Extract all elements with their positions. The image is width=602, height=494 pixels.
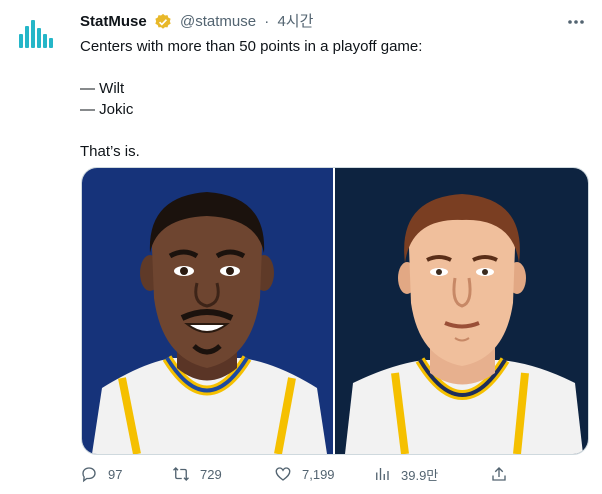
separator-dot: ·: [264, 13, 270, 30]
avatar-statmuse[interactable]: [16, 12, 56, 52]
timestamp[interactable]: 4시간: [277, 11, 313, 33]
image-jokic[interactable]: [335, 168, 588, 454]
like-count: 7,199: [302, 466, 335, 482]
views-icon: [376, 468, 389, 480]
like-icon: [275, 467, 291, 481]
retweet-count: 729: [200, 466, 222, 482]
reply-button[interactable]: 97: [80, 463, 122, 485]
display-name[interactable]: StatMuse: [80, 11, 147, 33]
more-icon[interactable]: [566, 14, 586, 30]
share-button[interactable]: [490, 463, 518, 485]
tweet-text: Centers with more than 50 points in a pl…: [80, 36, 580, 162]
verified-badge-icon: [154, 13, 172, 31]
tweet-line: Centers with more than 50 points in a pl…: [80, 38, 423, 55]
tweet-header: StatMuse @statmuse · 4시간: [80, 11, 586, 33]
tweet-media[interactable]: [81, 167, 589, 455]
views-count: 39.9만: [401, 467, 439, 483]
wilt-illustration: [92, 192, 327, 454]
statmuse-logo: [19, 20, 53, 48]
like-button[interactable]: 7,199: [274, 463, 335, 485]
tweet-line: That’s is.: [80, 143, 140, 160]
tweet-line: [80, 57, 580, 78]
tweet-line: — Wilt: [80, 80, 125, 97]
tweet-line: [80, 120, 580, 141]
reply-icon: [82, 467, 96, 483]
handle[interactable]: @statmuse: [180, 11, 256, 33]
views-button[interactable]: 39.9만: [373, 463, 438, 485]
retweet-icon: [173, 467, 189, 481]
image-wilt[interactable]: [82, 168, 333, 454]
tweet-line: — Jokic: [80, 101, 134, 118]
share-icon: [492, 467, 506, 481]
action-bar: 97 729 7,199 39.9만: [80, 463, 580, 485]
jokic-illustration: [345, 194, 583, 454]
reply-count: 97: [108, 466, 123, 482]
retweet-button[interactable]: 729: [172, 463, 222, 485]
